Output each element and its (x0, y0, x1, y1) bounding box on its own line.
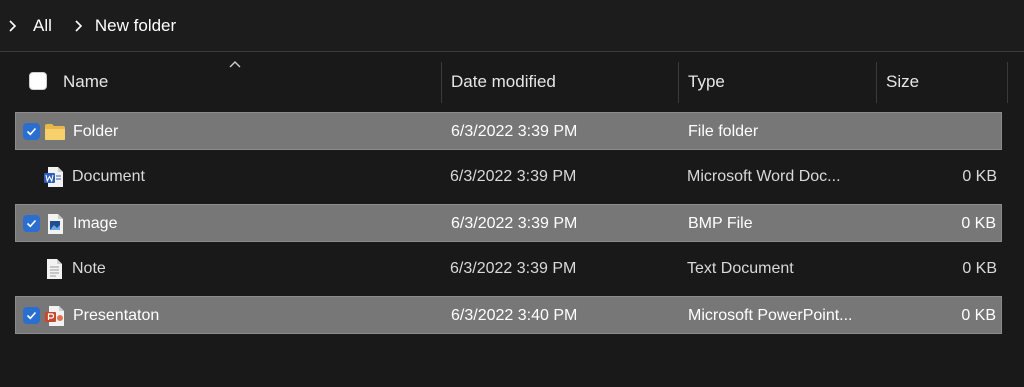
file-row-note[interactable]: Note 6/3/2022 3:39 PM Text Document 0 KB (15, 250, 1002, 288)
file-type: Microsoft PowerPoint... (688, 307, 853, 324)
file-name: Folder (73, 123, 119, 140)
file-size: 0 KB (962, 168, 997, 185)
file-date: 6/3/2022 3:40 PM (451, 307, 578, 324)
column-divider[interactable] (876, 62, 877, 103)
file-row-document[interactable]: Document 6/3/2022 3:39 PM Microsoft Word… (15, 158, 1002, 196)
file-type: Text Document (687, 260, 794, 277)
file-date: 6/3/2022 3:39 PM (450, 168, 577, 185)
column-header-size[interactable]: Size (886, 52, 996, 112)
column-header-type-label: Type (688, 72, 725, 91)
file-name: Note (72, 260, 106, 277)
select-all-checkbox[interactable] (29, 72, 47, 90)
breadcrumb-item-all[interactable]: All (27, 16, 58, 36)
file-name: Image (73, 215, 118, 232)
row-checkbox[interactable] (23, 307, 40, 324)
column-header-name-label: Name (63, 72, 109, 91)
file-type: File folder (688, 123, 759, 140)
file-size: 0 KB (961, 307, 996, 324)
file-type: Microsoft Word Doc... (687, 168, 841, 185)
file-size: 0 KB (962, 260, 997, 277)
breadcrumb-item-new-folder[interactable]: New folder (89, 16, 182, 36)
file-date: 6/3/2022 3:39 PM (451, 123, 578, 140)
column-header-date-label: Date modified (451, 72, 556, 91)
bmp-image-icon (48, 214, 63, 234)
folder-icon (45, 124, 65, 140)
row-checkbox[interactable] (23, 123, 40, 140)
file-type: BMP File (688, 215, 753, 232)
column-header-type[interactable]: Type (688, 52, 868, 112)
column-divider[interactable] (441, 62, 442, 103)
column-header-date[interactable]: Date modified (451, 52, 671, 112)
file-date: 6/3/2022 3:39 PM (450, 260, 577, 277)
file-row-image[interactable]: Image 6/3/2022 3:39 PM BMP File 0 KB (15, 204, 1002, 242)
file-row-presentation[interactable]: Presentaton 6/3/2022 3:40 PM Microsoft P… (15, 296, 1002, 334)
file-name: Presentaton (73, 307, 160, 324)
file-row-folder[interactable]: Folder 6/3/2022 3:39 PM File folder (15, 112, 1002, 150)
file-size: 0 KB (961, 215, 996, 232)
powerpoint-icon (45, 306, 64, 326)
text-document-icon (47, 259, 62, 279)
column-header-name[interactable]: Name (63, 52, 433, 112)
chevron-right-icon[interactable] (71, 19, 85, 33)
breadcrumb: All New folder (0, 0, 1024, 52)
column-header-row: Name Date modified Type Size (0, 52, 1024, 112)
row-checkbox[interactable] (23, 215, 40, 232)
column-divider[interactable] (678, 62, 679, 103)
file-date: 6/3/2022 3:39 PM (451, 215, 578, 232)
word-document-icon (44, 167, 63, 187)
file-name: Document (72, 168, 145, 185)
chevron-right-icon[interactable] (5, 19, 19, 33)
column-divider[interactable] (1007, 62, 1008, 103)
column-header-size-label: Size (886, 72, 920, 91)
